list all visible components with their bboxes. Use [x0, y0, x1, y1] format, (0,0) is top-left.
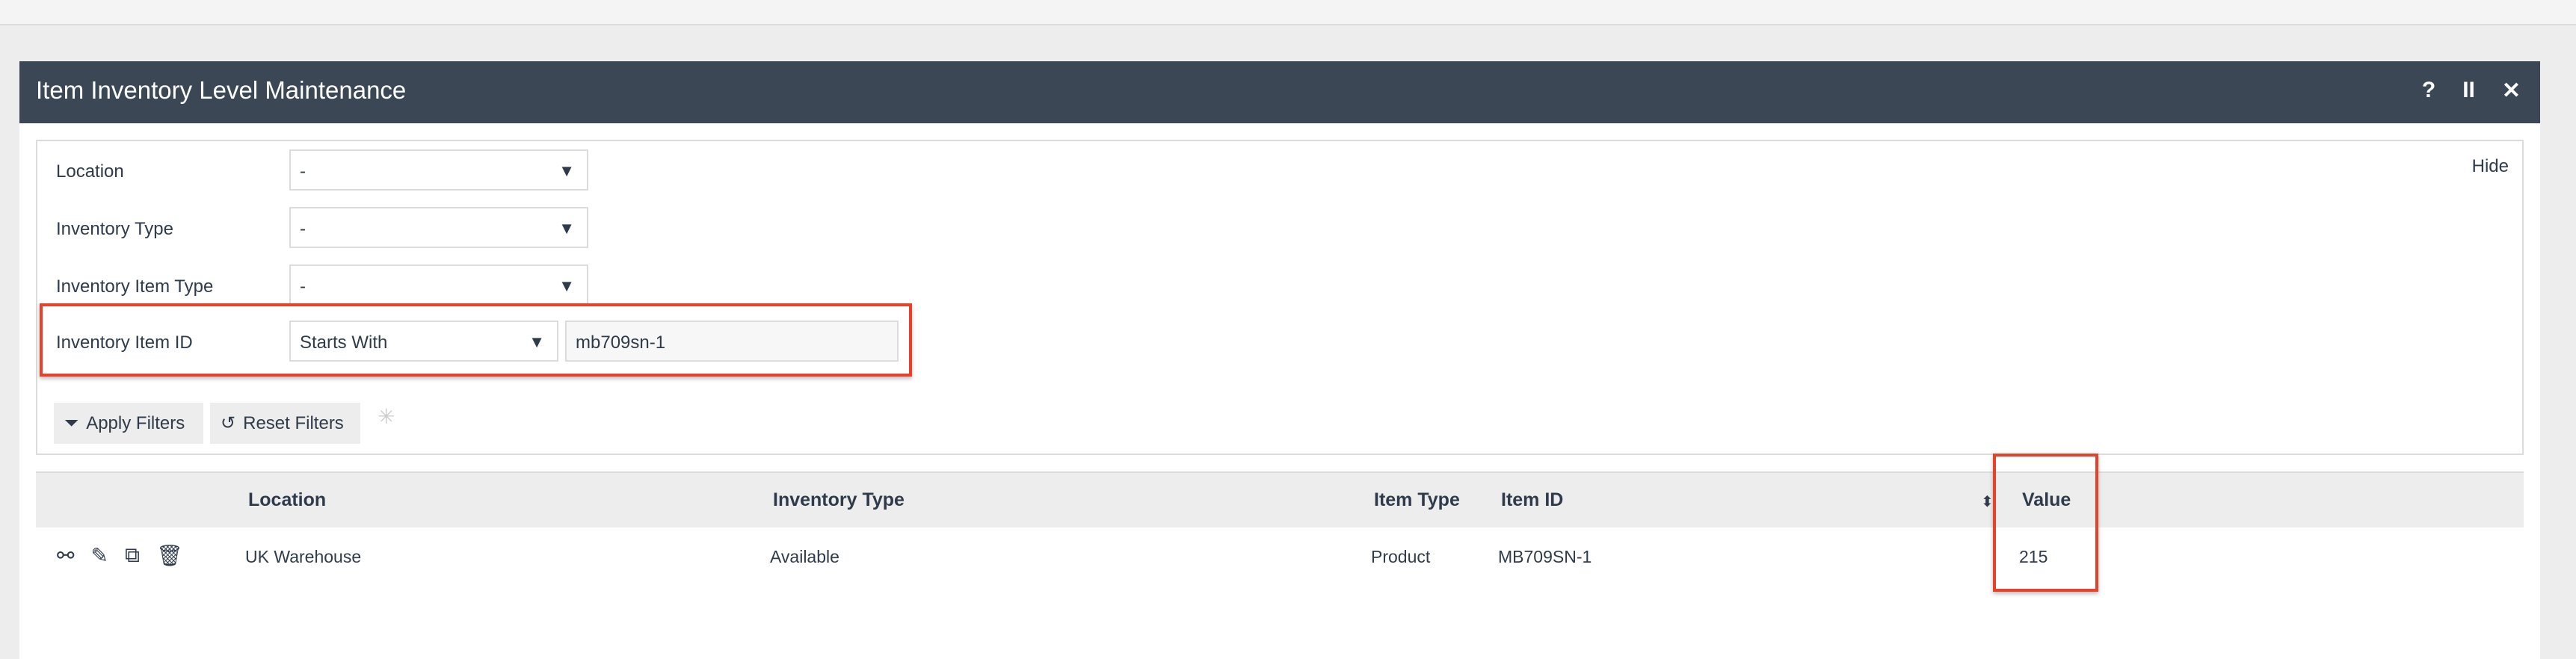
- column-item-id[interactable]: Item ID: [1501, 489, 1563, 511]
- apply-filters-button[interactable]: ⏷ Apply Filters: [54, 403, 203, 444]
- reset-filters-label: Reset Filters: [243, 412, 344, 433]
- delete-trash-icon[interactable]: 🗑: [156, 543, 183, 568]
- inventory-item-type-select[interactable]: - ▼: [289, 264, 588, 306]
- cell-item-type: Product: [1371, 547, 1431, 566]
- column-inventory-type[interactable]: Inventory Type: [773, 489, 905, 511]
- inventory-type-select[interactable]: - ▼: [289, 207, 588, 248]
- inventory-type-label: Inventory Type: [56, 219, 173, 239]
- top-bar: [0, 0, 2576, 25]
- reset-filters-button[interactable]: ↺ Reset Filters: [210, 403, 360, 444]
- edit-pencil-icon[interactable]: ✎: [90, 543, 108, 568]
- inventory-item-type-value: -: [300, 276, 306, 297]
- filter-icon: ⏷: [64, 412, 79, 433]
- copy-icon[interactable]: ⧉: [125, 543, 140, 568]
- cell-location: UK Warehouse: [245, 547, 362, 566]
- reset-icon: ↺: [221, 413, 236, 433]
- chevron-down-icon: ▼: [558, 161, 575, 180]
- location-select[interactable]: - ▼: [289, 149, 588, 191]
- value-highlight-box: [1993, 454, 2098, 592]
- chevron-down-icon: ▼: [558, 276, 575, 295]
- loading-spinner-icon: ✳: [378, 405, 395, 428]
- cell-inventory-type: Available: [770, 547, 839, 566]
- inventory-panel: Item Inventory Level Maintenance ? II ✕ …: [19, 61, 2540, 659]
- hide-filters-link[interactable]: Hide: [2472, 156, 2509, 177]
- inventory-item-type-label: Inventory Item Type: [56, 276, 214, 297]
- column-location[interactable]: Location: [248, 489, 326, 511]
- location-value: -: [300, 161, 306, 182]
- help-icon[interactable]: ?: [2422, 78, 2435, 104]
- close-icon[interactable]: ✕: [2502, 78, 2521, 104]
- table-header: Location Inventory Type Item Type Item I…: [36, 471, 2524, 527]
- sort-icon[interactable]: ⬍: [1981, 492, 1994, 511]
- page-title: Item Inventory Level Maintenance: [36, 76, 407, 104]
- highlight-box: [40, 303, 912, 377]
- column-item-type[interactable]: Item Type: [1374, 489, 1460, 511]
- chevron-down-icon: ▼: [558, 219, 575, 238]
- view-binoculars-icon[interactable]: ⚯: [57, 543, 74, 568]
- pause-icon[interactable]: II: [2462, 78, 2475, 104]
- inventory-type-value: -: [300, 219, 306, 239]
- location-label: Location: [56, 161, 124, 182]
- cell-item-id: MB709SN-1: [1498, 547, 1592, 566]
- filter-section: Hide Location - ▼ Inventory Type - ▼ Inven…: [36, 140, 2524, 455]
- panel-header: Item Inventory Level Maintenance ? II ✕: [19, 61, 2540, 123]
- apply-filters-label: Apply Filters: [86, 412, 185, 433]
